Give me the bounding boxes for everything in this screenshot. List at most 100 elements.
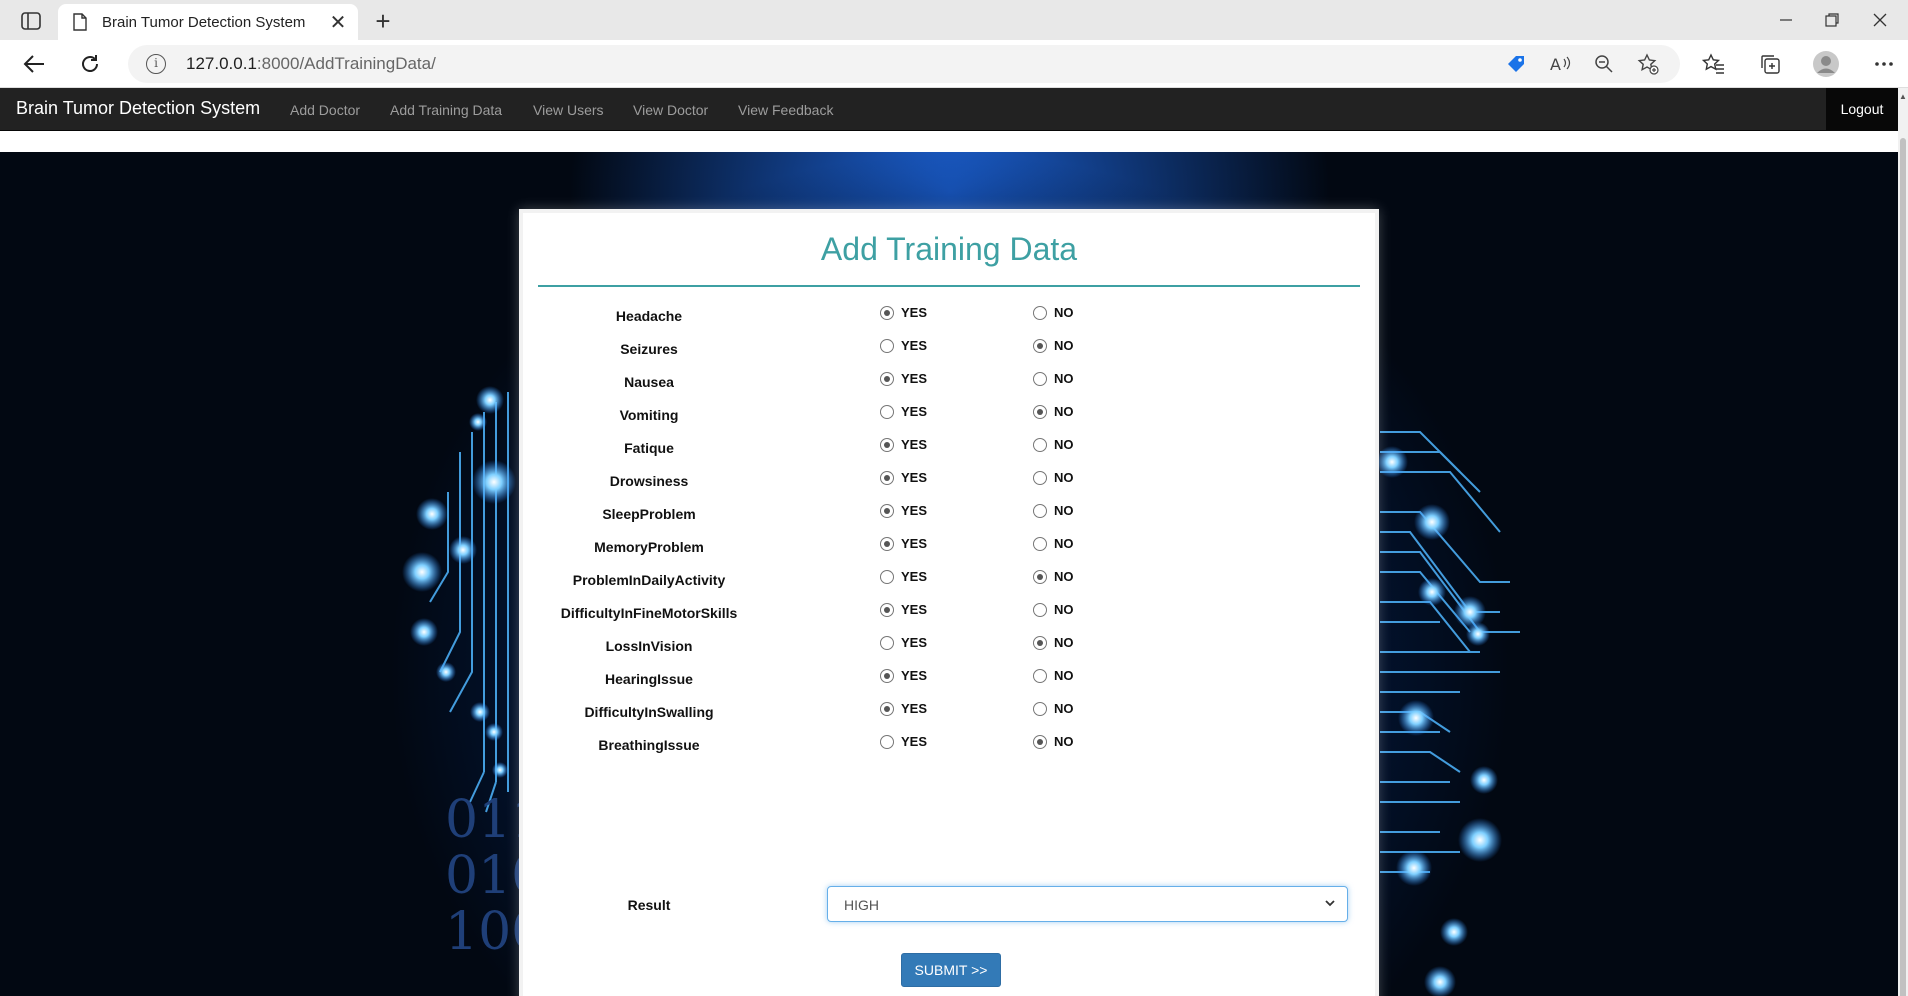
yes-radio[interactable]	[880, 437, 894, 452]
nav-view-users[interactable]: View Users	[533, 102, 604, 118]
shopping-tag-icon[interactable]	[1504, 53, 1528, 75]
page-scrollbar[interactable]: ▲	[1898, 88, 1908, 996]
no-option[interactable]: NO	[1033, 437, 1074, 452]
favorites-icon[interactable]	[1700, 50, 1728, 78]
yes-radio[interactable]	[880, 569, 894, 584]
no-radio[interactable]	[1033, 305, 1047, 320]
yes-option[interactable]: YES	[880, 404, 927, 419]
yes-radio[interactable]	[880, 404, 894, 419]
no-radio[interactable]	[1033, 569, 1047, 584]
nav-add-doctor[interactable]: Add Doctor	[290, 102, 360, 118]
symptom-label: SleepProblem	[602, 506, 696, 522]
navbar-brand[interactable]: Brain Tumor Detection System	[16, 98, 260, 119]
yes-option[interactable]: YES	[880, 701, 927, 716]
browser-toolbar: i 127.0.0.1:8000/AddTrainingData/ A	[0, 40, 1908, 88]
collections-icon[interactable]	[1756, 50, 1784, 78]
result-select[interactable]: HIGH	[827, 886, 1348, 922]
browser-tab[interactable]: Brain Tumor Detection System ✕	[58, 4, 358, 40]
yes-option[interactable]: YES	[880, 437, 927, 452]
no-radio[interactable]	[1033, 734, 1047, 749]
yes-radio-label: YES	[901, 503, 928, 518]
url-path: :8000/AddTrainingData/	[256, 54, 436, 73]
result-selected-value: HIGH	[844, 897, 879, 913]
back-icon[interactable]	[16, 48, 52, 80]
more-menu-icon[interactable]	[1870, 50, 1898, 78]
no-radio[interactable]	[1033, 437, 1047, 452]
yes-option[interactable]: YES	[880, 338, 927, 353]
no-option[interactable]: NO	[1033, 602, 1074, 617]
no-option[interactable]: NO	[1033, 734, 1074, 749]
new-tab-icon[interactable]: +	[368, 6, 398, 37]
yes-option[interactable]: YES	[880, 569, 927, 584]
no-option[interactable]: NO	[1033, 503, 1074, 518]
yes-radio[interactable]	[880, 602, 894, 617]
close-tab-icon[interactable]: ✕	[328, 10, 348, 35]
yes-radio[interactable]	[880, 503, 894, 518]
svg-text:A: A	[1550, 55, 1561, 74]
zoom-out-icon[interactable]	[1592, 53, 1616, 75]
no-option[interactable]: NO	[1033, 371, 1074, 386]
yes-radio[interactable]	[880, 305, 894, 320]
no-radio[interactable]	[1033, 371, 1047, 386]
no-radio-label: NO	[1054, 470, 1074, 485]
yes-radio[interactable]	[880, 734, 894, 749]
nav-view-doctor[interactable]: View Doctor	[633, 102, 708, 118]
nav-add-training-data[interactable]: Add Training Data	[390, 102, 502, 118]
result-row: Result HIGH	[523, 886, 1375, 926]
profile-avatar-icon[interactable]	[1812, 50, 1840, 78]
address-bar[interactable]: i 127.0.0.1:8000/AddTrainingData/ A	[128, 45, 1680, 83]
read-aloud-icon[interactable]: A	[1548, 53, 1572, 75]
yes-option[interactable]: YES	[880, 734, 927, 749]
no-radio[interactable]	[1033, 338, 1047, 353]
yes-option[interactable]: YES	[880, 668, 927, 683]
tab-actions-icon[interactable]	[14, 8, 48, 34]
yes-option[interactable]: YES	[880, 371, 927, 386]
yes-option[interactable]: YES	[880, 305, 927, 320]
url-text[interactable]: 127.0.0.1:8000/AddTrainingData/	[186, 54, 436, 74]
no-option[interactable]: NO	[1033, 701, 1074, 716]
yes-radio[interactable]	[880, 668, 894, 683]
nav-view-feedback[interactable]: View Feedback	[738, 102, 833, 118]
no-radio[interactable]	[1033, 404, 1047, 419]
symptom-row: DifficultyInSwalling YES NO	[523, 697, 1375, 727]
no-radio[interactable]	[1033, 470, 1047, 485]
yes-option[interactable]: YES	[880, 536, 927, 551]
symptom-label: Nausea	[624, 374, 674, 390]
symptom-label: LossInVision	[605, 638, 693, 654]
yes-option[interactable]: YES	[880, 635, 927, 650]
reload-icon[interactable]	[72, 48, 108, 80]
no-option[interactable]: NO	[1033, 305, 1074, 320]
no-radio[interactable]	[1033, 503, 1047, 518]
scrollbar-thumb[interactable]	[1900, 138, 1906, 996]
no-option[interactable]: NO	[1033, 338, 1074, 353]
site-info-icon[interactable]: i	[146, 54, 166, 74]
symptom-label: ProblemInDailyActivity	[572, 572, 726, 588]
yes-option[interactable]: YES	[880, 602, 927, 617]
no-radio[interactable]	[1033, 668, 1047, 683]
no-radio[interactable]	[1033, 635, 1047, 650]
scroll-up-arrow-icon[interactable]: ▲	[1899, 92, 1907, 101]
no-radio[interactable]	[1033, 701, 1047, 716]
add-favorite-icon[interactable]	[1636, 53, 1660, 75]
yes-radio[interactable]	[880, 635, 894, 650]
no-radio[interactable]	[1033, 536, 1047, 551]
logout-button[interactable]: Logout	[1826, 88, 1898, 131]
submit-button[interactable]: SUBMIT >>	[901, 953, 1001, 987]
no-option[interactable]: NO	[1033, 536, 1074, 551]
no-option[interactable]: NO	[1033, 668, 1074, 683]
no-option[interactable]: NO	[1033, 635, 1074, 650]
yes-radio[interactable]	[880, 470, 894, 485]
yes-radio[interactable]	[880, 701, 894, 716]
no-option[interactable]: NO	[1033, 404, 1074, 419]
yes-radio-label: YES	[901, 668, 928, 683]
yes-radio[interactable]	[880, 536, 894, 551]
close-window-icon[interactable]	[1852, 0, 1908, 40]
no-option[interactable]: NO	[1033, 569, 1074, 584]
yes-option[interactable]: YES	[880, 503, 927, 518]
no-option[interactable]: NO	[1033, 470, 1074, 485]
yes-option[interactable]: YES	[880, 470, 927, 485]
no-radio[interactable]	[1033, 602, 1047, 617]
yes-radio[interactable]	[880, 371, 894, 386]
yes-radio[interactable]	[880, 338, 894, 353]
no-radio-label: NO	[1054, 635, 1074, 650]
